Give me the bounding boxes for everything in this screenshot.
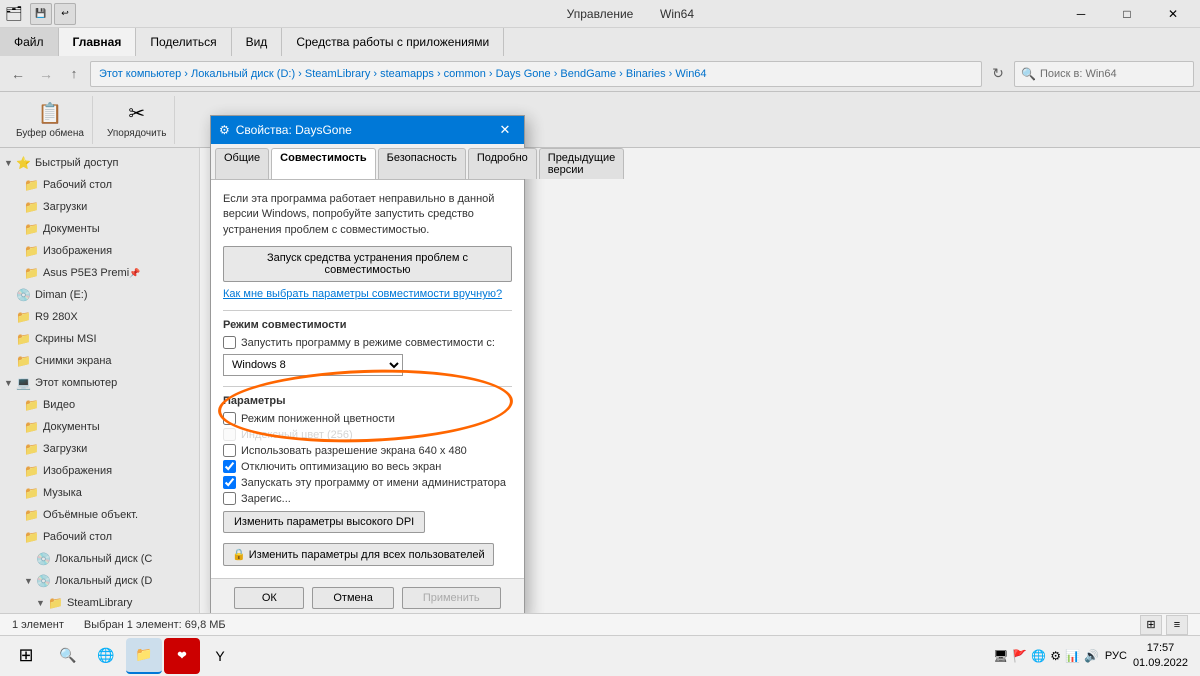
app2-taskbar-btn[interactable]: Y bbox=[202, 638, 238, 674]
compat-mode-section: Режим совместимости Запустить программу … bbox=[223, 319, 512, 376]
dialog-icon: ⚙ bbox=[219, 123, 230, 137]
taskbar-clock: 17:57 01.09.2022 bbox=[1133, 641, 1188, 670]
ok-btn[interactable]: ОК bbox=[234, 587, 304, 609]
compat-checkbox-label: Запустить программу в режиме совместимос… bbox=[241, 337, 495, 349]
compat-info-text: Если эта программа работает неправильно … bbox=[223, 192, 512, 238]
params-label: Параметры bbox=[223, 395, 512, 407]
param-check-4[interactable] bbox=[223, 460, 236, 473]
taskbar-time: 17:57 bbox=[1133, 641, 1188, 655]
param-label-1: Режим пониженной цветности bbox=[241, 413, 395, 425]
taskbar-lang: РУС bbox=[1105, 650, 1127, 662]
dialog-overlay: ⚙ Свойства: DaysGone ✕ Общие Совместимос… bbox=[0, 0, 1200, 635]
param-label-4: Отключить оптимизацию во весь экран bbox=[241, 461, 441, 473]
dialog-title-bar: ⚙ Свойства: DaysGone ✕ bbox=[211, 116, 524, 144]
param-label-3: Использовать разрешение экрана 640 x 480 bbox=[241, 445, 467, 457]
properties-dialog: ⚙ Свойства: DaysGone ✕ Общие Совместимос… bbox=[210, 115, 525, 618]
flag-icon: 🚩 bbox=[1012, 649, 1027, 663]
windows-taskbar: ⊞ 🔍 🌐 📁 ❤ Y 🖥 🚩 🌐 ⚙ 📊 🔊 РУС 17:57 01.09.… bbox=[0, 635, 1200, 675]
divider2 bbox=[223, 386, 512, 387]
compat-dropdown[interactable]: Windows 8 bbox=[223, 354, 403, 376]
param-label-2: Индексный цвет (256) bbox=[241, 429, 353, 441]
view-controls: ⊞ ≡ bbox=[1140, 615, 1188, 635]
status-selected: Выбран 1 элемент: 69,8 МБ bbox=[84, 619, 226, 631]
dialog-title: Свойства: DaysGone bbox=[236, 123, 494, 137]
high-dpi-btn[interactable]: Изменить параметры высокого DPI bbox=[223, 511, 425, 533]
compat-mode-label: Режим совместимости bbox=[223, 319, 512, 331]
network-icon: 🌐 bbox=[1031, 649, 1046, 663]
rdp-icon: 🖥 bbox=[993, 649, 1008, 663]
dialog-body: Если эта программа работает неправильно … bbox=[211, 180, 524, 578]
param-label-6: Зарегис... bbox=[241, 493, 291, 505]
dialog-footer: ОК Отмена Применить bbox=[211, 578, 524, 617]
taskbar-date: 01.09.2022 bbox=[1133, 656, 1188, 670]
param-check-5[interactable] bbox=[223, 476, 236, 489]
param-row-4: Отключить оптимизацию во весь экран bbox=[223, 460, 512, 473]
taskview-btn[interactable]: 🌐 bbox=[88, 638, 124, 674]
manual-link[interactable]: Как мне выбрать параметры совместимости … bbox=[223, 288, 512, 300]
divider1 bbox=[223, 310, 512, 311]
steam-icon: ⚙ bbox=[1050, 649, 1061, 663]
explorer-taskbar-btn[interactable]: 📁 bbox=[126, 638, 162, 674]
speaker-icon: 🔊 bbox=[1084, 649, 1099, 663]
param-row-6: Зарегис... bbox=[223, 492, 512, 505]
status-items-count: 1 элемент bbox=[12, 619, 64, 631]
change-all-btn[interactable]: 🔒 Изменить параметры для всех пользовате… bbox=[223, 543, 494, 566]
param-row-2: Индексный цвет (256) bbox=[223, 428, 512, 441]
monitor-icon: 📊 bbox=[1065, 649, 1080, 663]
app1-taskbar-btn[interactable]: ❤ bbox=[164, 638, 200, 674]
param-check-1[interactable] bbox=[223, 412, 236, 425]
param-label-5: Запускать эту программу от имени админис… bbox=[241, 477, 506, 489]
cancel-btn[interactable]: Отмена bbox=[312, 587, 393, 609]
dialog-tabs: Общие Совместимость Безопасность Подробн… bbox=[211, 144, 524, 180]
param-row-3: Использовать разрешение экрана 640 x 480 bbox=[223, 444, 512, 457]
param-row-1: Режим пониженной цветности bbox=[223, 412, 512, 425]
params-section: Параметры Режим пониженной цветности Инд… bbox=[223, 395, 512, 533]
param-check-6[interactable] bbox=[223, 492, 236, 505]
dialog-tab-compat[interactable]: Совместимость bbox=[271, 148, 376, 179]
dialog-tab-prev[interactable]: Предыдущие версии bbox=[539, 148, 624, 179]
compat-checkbox[interactable] bbox=[223, 336, 236, 349]
taskbar-right: 🖥 🚩 🌐 ⚙ 📊 🔊 РУС 17:57 01.09.2022 bbox=[993, 641, 1196, 670]
compat-checkbox-row: Запустить программу в режиме совместимос… bbox=[223, 336, 512, 349]
view-list-btn[interactable]: ≡ bbox=[1166, 615, 1188, 635]
dialog-tab-security[interactable]: Безопасность bbox=[378, 148, 466, 179]
taskbar-icons: 🖥 🚩 🌐 ⚙ 📊 🔊 bbox=[993, 649, 1099, 663]
start-btn[interactable]: ⊞ bbox=[4, 636, 48, 676]
troubleshoot-btn[interactable]: Запуск средства устранения проблем с сов… bbox=[223, 246, 512, 282]
param-row-5: Запускать эту программу от имени админис… bbox=[223, 476, 512, 489]
param-check-2[interactable] bbox=[223, 428, 236, 441]
status-bar: 1 элемент Выбран 1 элемент: 69,8 МБ ⊞ ≡ bbox=[0, 613, 1200, 635]
search-taskbar-btn[interactable]: 🔍 bbox=[50, 638, 86, 674]
dialog-tab-general[interactable]: Общие bbox=[215, 148, 269, 179]
view-grid-btn[interactable]: ⊞ bbox=[1140, 615, 1162, 635]
param-check-3[interactable] bbox=[223, 444, 236, 457]
dialog-close-btn[interactable]: ✕ bbox=[494, 121, 516, 139]
dialog-tab-details[interactable]: Подробно bbox=[468, 148, 537, 179]
apply-btn[interactable]: Применить bbox=[402, 587, 501, 609]
